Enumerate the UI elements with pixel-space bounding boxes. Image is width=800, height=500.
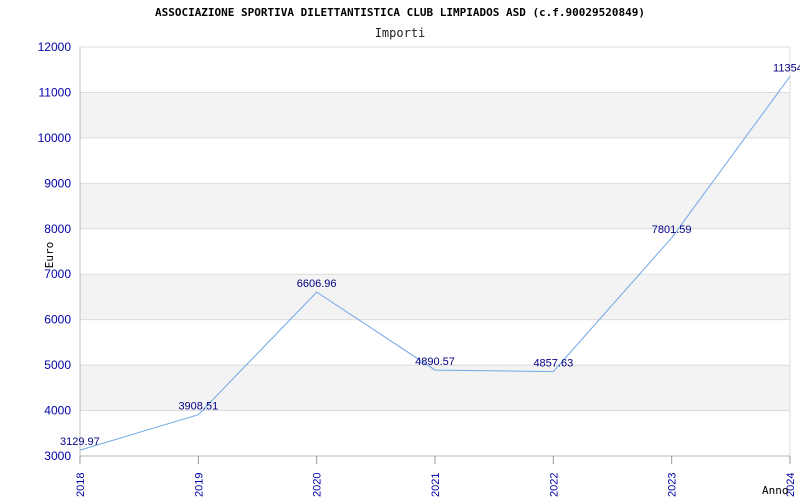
y-tick-label: 9000 [44, 176, 71, 190]
x-tick-label: 2018 [75, 473, 87, 497]
data-label: 4890.57 [415, 356, 455, 368]
data-label: 4857.63 [533, 358, 573, 370]
y-axis-label: Euro [43, 242, 56, 269]
y-tick-label: 5000 [44, 358, 71, 372]
y-tick-label: 4000 [44, 404, 71, 418]
data-label: 7801.59 [652, 224, 692, 236]
y-tick-label: 10000 [38, 131, 72, 145]
y-tick-label: 7000 [44, 267, 71, 281]
x-tick-label: 2019 [193, 473, 205, 497]
x-axis-label: Anno [762, 484, 789, 497]
data-label: 3908.51 [178, 401, 218, 413]
x-tick-label: 2020 [312, 473, 324, 497]
y-tick-label: 11000 [39, 85, 72, 99]
line-chart: 3000 4000 5000 6000 7000 8000 9000 10000 11000 12… [38, 40, 800, 497]
grid-band [80, 92, 790, 138]
y-tick-label: 8000 [44, 222, 71, 236]
x-ticks: 2018 2019 2020 2021 2022 2023 2024 [75, 456, 797, 497]
x-tick-label: 2021 [430, 473, 442, 497]
y-tick-label: 3000 [44, 449, 71, 463]
x-tick-label: 2023 [667, 473, 679, 497]
data-label: 3129.97 [60, 436, 100, 448]
x-tick-label: 2022 [548, 473, 560, 497]
data-label: 11354.1 [773, 62, 800, 74]
y-tick-label: 12000 [38, 40, 72, 54]
data-label: 6606.96 [297, 278, 337, 290]
y-tick-label: 6000 [44, 313, 71, 327]
grid-band [80, 274, 790, 320]
